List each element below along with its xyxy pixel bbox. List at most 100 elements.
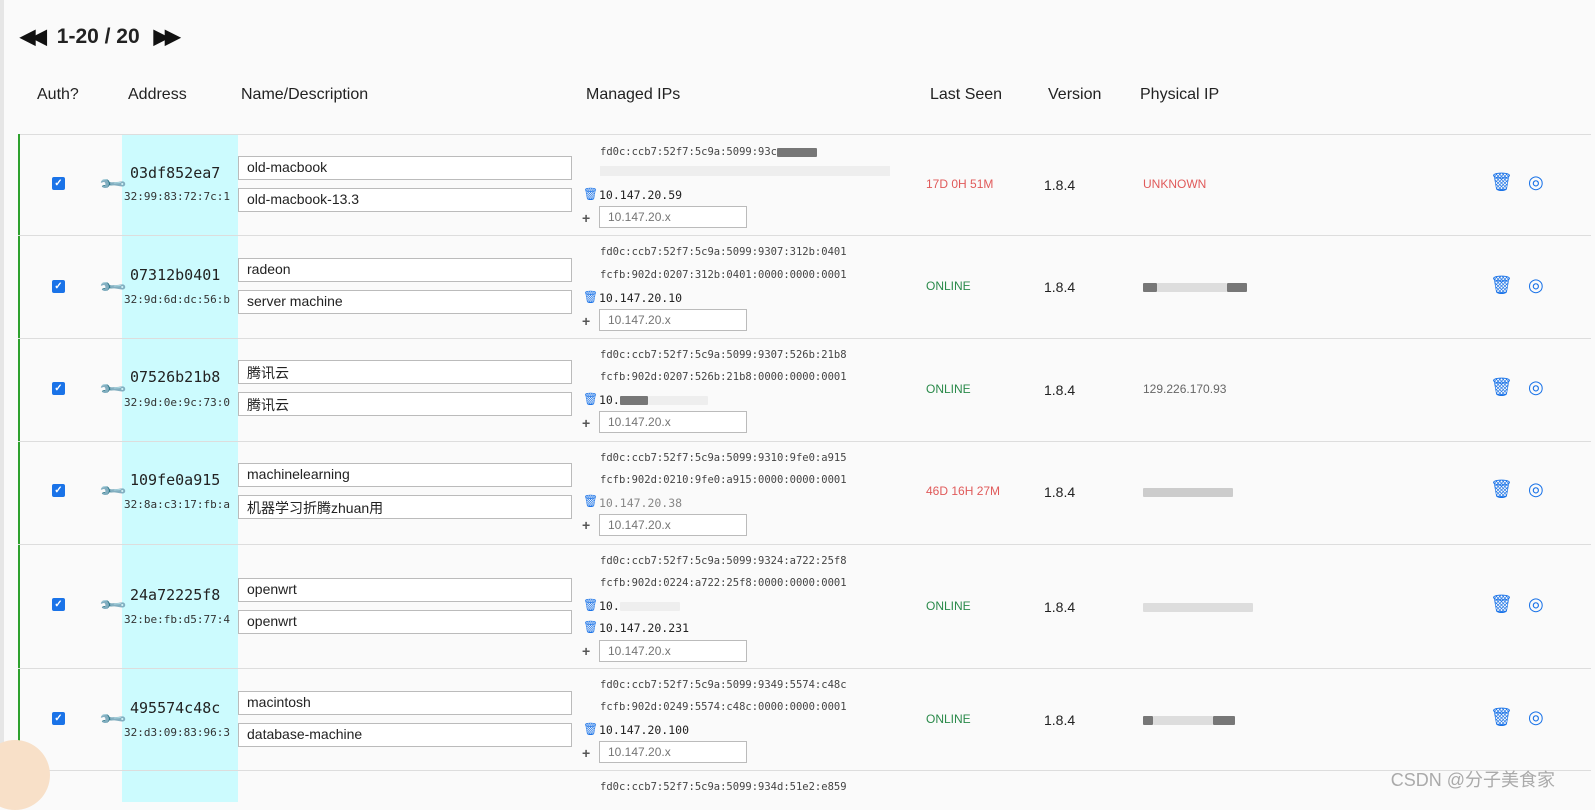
remove-ip-icon[interactable]: 🗑: [583, 620, 598, 634]
managed-ipv6-a: fd0c:ccb7:52f7:5c9a:5099:9307:312b:0401: [600, 246, 847, 258]
member-address: 07526b21b8: [130, 368, 221, 386]
remove-ip-icon[interactable]: 🗑: [583, 187, 598, 201]
hide-member-icon[interactable]: ◎: [1528, 275, 1544, 296]
hide-member-icon[interactable]: ◎: [1528, 594, 1544, 615]
hide-member-icon[interactable]: ◎: [1528, 172, 1544, 193]
authorize-checkbox[interactable]: ✓: [52, 598, 65, 611]
hide-member-icon[interactable]: ◎: [1528, 479, 1544, 500]
left-edge: [0, 0, 4, 802]
delete-member-icon[interactable]: 🗑: [1490, 172, 1513, 193]
member-address: 109fe0a915: [130, 471, 221, 489]
managed-ipv6-a: fd0c:ccb7:52f7:5c9a:5099:934d:51e2:e859: [600, 781, 847, 793]
physical-ip: [1143, 280, 1247, 294]
pagination: ◀◀ 1-20 / 20 ▶▶: [20, 24, 181, 49]
remove-ip-icon[interactable]: 🗑: [583, 392, 598, 406]
managed-ipv4: 10.147.20.100: [599, 723, 690, 737]
add-ip-icon[interactable]: +: [582, 313, 590, 329]
member-description-input[interactable]: server machine: [238, 290, 572, 314]
physical-ip: [1143, 713, 1235, 727]
column-header-last-seen[interactable]: Last Seen: [930, 86, 1002, 104]
physical-ip: UNKNOWN: [1143, 177, 1207, 191]
delete-member-icon[interactable]: 🗑: [1490, 479, 1513, 500]
managed-ipv4: 10.147.20.10: [599, 291, 683, 305]
managed-ipv6-b: fcfb:902d:0210:9fe0:a915:0000:0000:0001: [600, 474, 847, 486]
version: 1.8.4: [1044, 712, 1076, 728]
member-mac: 32:d3:09:83:96:3: [124, 726, 230, 739]
add-ip-input[interactable]: [599, 309, 747, 331]
add-ip-icon[interactable]: +: [582, 415, 590, 431]
add-ip-input[interactable]: [599, 514, 747, 536]
add-ip-icon[interactable]: +: [582, 517, 590, 533]
version: 1.8.4: [1044, 177, 1076, 193]
physical-ip: 129.226.170.93: [1143, 382, 1227, 396]
member-mac: 32:8a:c3:17:fb:a: [124, 498, 230, 511]
managed-ipv6-b: fcfb:902d:0207:526b:21b8:0000:0000:0001: [600, 371, 847, 383]
managed-ipv6-b: fcfb:902d:0207:312b:0401:0000:0000:0001: [600, 269, 847, 281]
member-description-input[interactable]: database-machine: [238, 723, 572, 747]
last-seen: ONLINE: [926, 712, 971, 726]
member-name-input[interactable]: openwrt: [238, 578, 572, 602]
previous-page-icon[interactable]: ◀◀: [20, 24, 47, 49]
member-mac: 32:99:83:72:7c:1: [124, 190, 230, 203]
table-row: ✓ 🔧 24a72225f8 32:be:fb:d5:77:4 openwrt …: [18, 545, 1591, 669]
member-mac: 32:9d:6d:dc:56:b: [124, 293, 230, 306]
member-name-input[interactable]: macintosh: [238, 691, 572, 715]
member-address: 07312b0401: [130, 266, 221, 284]
member-name-input[interactable]: radeon: [238, 258, 572, 282]
managed-ipv4: 10.147.20.38: [599, 496, 683, 510]
hide-member-icon[interactable]: ◎: [1528, 377, 1544, 398]
version: 1.8.4: [1044, 382, 1076, 398]
add-ip-input[interactable]: [599, 206, 747, 228]
remove-ip-icon[interactable]: 🗑: [583, 290, 598, 304]
member-description-input[interactable]: 腾讯云: [238, 392, 572, 416]
member-description-input[interactable]: old-macbook-13.3: [238, 188, 572, 212]
member-address: 495574c48c: [130, 699, 221, 717]
column-header-name[interactable]: Name/Description: [241, 86, 368, 104]
last-seen: ONLINE: [926, 279, 971, 293]
authorize-checkbox[interactable]: ✓: [52, 382, 65, 395]
member-description-input[interactable]: openwrt: [238, 610, 572, 634]
managed-ipv6-a: fd0c:ccb7:52f7:5c9a:5099:9324:a722:25f8: [600, 555, 847, 567]
next-page-icon[interactable]: ▶▶: [154, 24, 181, 49]
authorize-checkbox[interactable]: ✓: [52, 484, 65, 497]
member-mac: 32:9d:0e:9c:73:0: [124, 396, 230, 409]
remove-ip-icon[interactable]: 🗑: [583, 722, 598, 736]
hide-member-icon[interactable]: ◎: [1528, 707, 1544, 728]
managed-ipv4: 10.147.20.59: [599, 188, 683, 202]
page-range: 1-20 / 20: [56, 24, 140, 48]
delete-member-icon[interactable]: 🗑: [1490, 377, 1513, 398]
remove-ip-icon[interactable]: 🗑: [583, 494, 598, 508]
table-row: ✓ 🔧 495574c48c 32:d3:09:83:96:3 macintos…: [18, 669, 1591, 771]
authorize-checkbox[interactable]: ✓: [52, 280, 65, 293]
authorize-checkbox[interactable]: ✓: [52, 177, 65, 190]
member-name-input[interactable]: machinelearning: [238, 463, 572, 487]
remove-ip-icon[interactable]: 🗑: [583, 598, 598, 612]
add-ip-input[interactable]: [599, 640, 747, 662]
column-header-physical-ip[interactable]: Physical IP: [1140, 86, 1219, 104]
last-seen: 17D 0H 51M: [926, 177, 994, 191]
member-name-input[interactable]: 腾讯云: [238, 360, 572, 384]
delete-member-icon[interactable]: 🗑: [1490, 275, 1513, 296]
watermark: CSDN @分子美食家: [1390, 770, 1555, 790]
column-header-auth[interactable]: Auth?: [37, 86, 79, 104]
add-ip-icon[interactable]: +: [582, 745, 590, 761]
authorize-checkbox[interactable]: ✓: [52, 712, 65, 725]
managed-ipv6-b: fcfb:902d:0224:a722:25f8:0000:0000:0001: [600, 577, 847, 589]
delete-member-icon[interactable]: 🗑: [1490, 707, 1513, 728]
member-address: 03df852ea7: [130, 164, 221, 182]
table-row: fd0c:ccb7:52f7:5c9a:5099:934d:51e2:e859: [18, 771, 1591, 802]
table-row: ✓ 🔧 07312b0401 32:9d:6d:dc:56:b radeon s…: [18, 236, 1591, 339]
column-header-address[interactable]: Address: [128, 86, 187, 104]
member-address: 24a72225f8: [130, 586, 221, 604]
add-ip-icon[interactable]: +: [582, 210, 590, 226]
add-ip-input[interactable]: [599, 741, 747, 763]
column-header-version[interactable]: Version: [1048, 86, 1101, 104]
member-description-input[interactable]: 机器学习折腾zhuan用: [238, 495, 572, 519]
add-ip-icon[interactable]: +: [582, 643, 590, 659]
column-header-managed-ips[interactable]: Managed IPs: [586, 86, 680, 104]
table-row: ✓ 🔧 07526b21b8 32:9d:0e:9c:73:0 腾讯云 腾讯云 …: [18, 339, 1591, 442]
delete-member-icon[interactable]: 🗑: [1490, 594, 1513, 615]
member-name-input[interactable]: old-macbook: [238, 156, 572, 180]
managed-ipv4: 10.: [599, 393, 708, 407]
add-ip-input[interactable]: [599, 411, 747, 433]
